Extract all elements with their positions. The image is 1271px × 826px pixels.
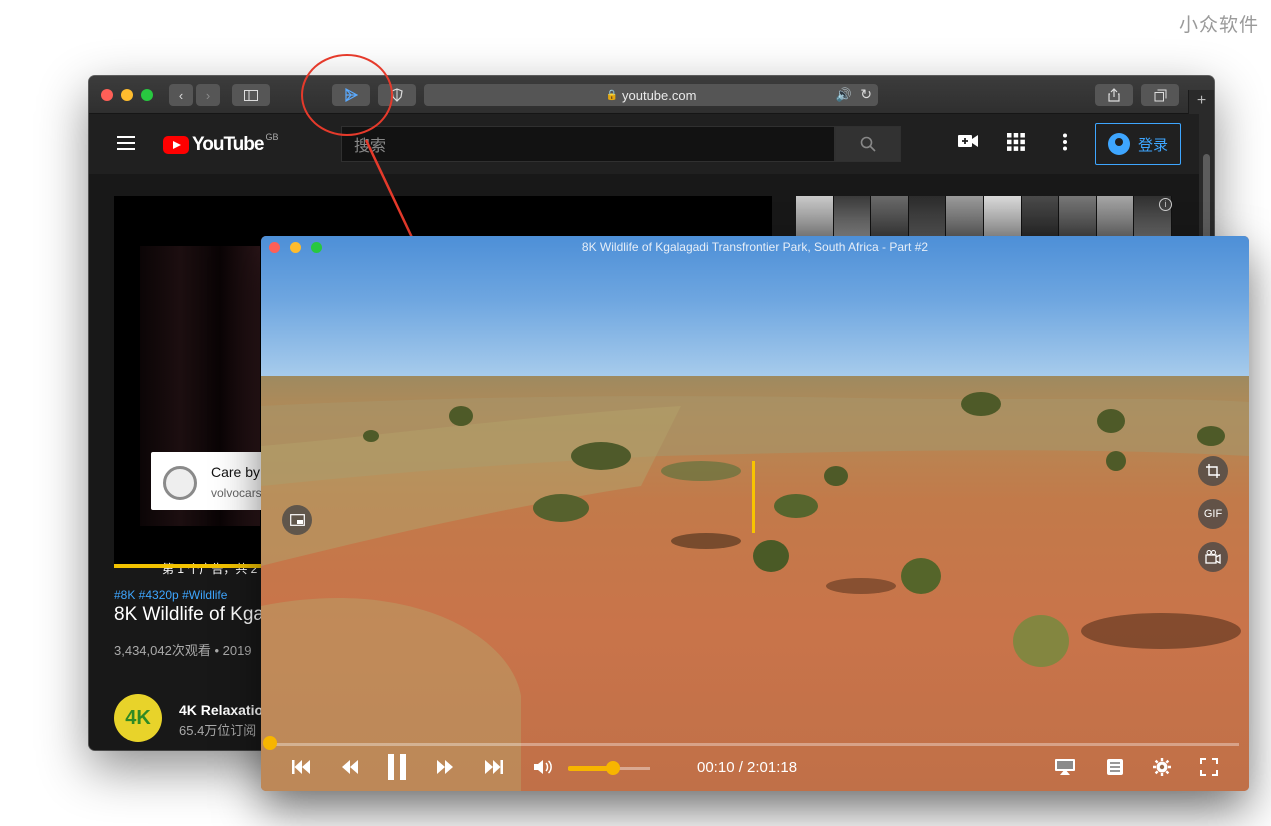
- annotation-circle: [301, 54, 393, 136]
- sidebar-toggle-button[interactable]: [232, 84, 270, 106]
- channel-avatar[interactable]: 4K: [114, 694, 162, 742]
- progress-track[interactable]: [271, 743, 1239, 746]
- progress-handle[interactable]: [263, 736, 277, 750]
- apps-grid-icon[interactable]: [1007, 133, 1025, 151]
- landscape-illustration: [261, 392, 1249, 791]
- rewind-icon[interactable]: [341, 758, 359, 776]
- video-sky: [261, 236, 1249, 378]
- gif-button[interactable]: GIF: [1198, 499, 1228, 529]
- youtube-logo[interactable]: YouTube GB: [163, 132, 279, 156]
- record-icon: [1205, 550, 1221, 564]
- back-icon: ‹: [178, 87, 184, 103]
- video-camera-icon[interactable]: [957, 133, 979, 149]
- volume-icon[interactable]: [533, 758, 553, 776]
- pause-icon[interactable]: [386, 753, 408, 781]
- youtube-header: YouTube GB 搜索 登录: [89, 114, 1199, 174]
- record-button[interactable]: [1198, 542, 1228, 572]
- share-icon: [1108, 88, 1120, 102]
- share-button[interactable]: [1095, 84, 1133, 106]
- address-bar[interactable]: 🔒 youtube.com 🔊 ↻: [424, 84, 878, 106]
- pip-button[interactable]: [282, 505, 312, 535]
- video-landscape: [261, 376, 1249, 791]
- channel-name[interactable]: 4K Relaxatio: [179, 702, 263, 718]
- sidebar-icon: [244, 89, 258, 101]
- fullscreen-icon[interactable]: [1200, 758, 1218, 776]
- annotation-marker: [752, 461, 755, 533]
- more-icon[interactable]: [1062, 133, 1068, 151]
- region-label: GB: [265, 132, 279, 142]
- tabs-icon: [1154, 89, 1166, 101]
- search-icon: [860, 136, 876, 152]
- crop-button[interactable]: [1198, 456, 1228, 486]
- menu-icon[interactable]: [117, 136, 135, 150]
- ad-progress-bar: [114, 564, 274, 568]
- youtube-play-logo-icon: [163, 136, 189, 154]
- login-label: 登录: [1137, 136, 1168, 154]
- pip-player-window[interactable]: 8K Wildlife of Kgalagadi Transfrontier P…: [261, 236, 1249, 791]
- address-text: youtube.com: [622, 87, 697, 103]
- fast-forward-icon[interactable]: [436, 758, 454, 776]
- airplay-icon[interactable]: [1054, 758, 1076, 776]
- watermark: 小众软件: [1178, 14, 1259, 36]
- video-title: 8K Wildlife of Kga: [114, 604, 264, 625]
- back-button[interactable]: ‹: [169, 84, 193, 106]
- playlist-icon[interactable]: [1106, 758, 1124, 776]
- video-tags[interactable]: #8K #4320p #Wildlife: [114, 588, 227, 602]
- channel-subscribers: 65.4万位订阅: [179, 723, 257, 738]
- tabs-overview-button[interactable]: [1141, 84, 1179, 106]
- video-views: 3,434,042次观看 • 2019: [114, 643, 252, 658]
- login-button[interactable]: 登录: [1095, 123, 1181, 165]
- lock-icon: 🔒: [605, 89, 618, 101]
- volvo-logo-icon: [163, 466, 197, 500]
- new-tab-button[interactable]: +: [1188, 90, 1214, 114]
- skip-back-icon[interactable]: [291, 758, 311, 776]
- volume-handle[interactable]: [606, 761, 620, 775]
- reload-icon[interactable]: ↻: [860, 86, 872, 103]
- info-icon[interactable]: i: [1159, 198, 1172, 211]
- pip-icon: [289, 514, 305, 526]
- player-title: 8K Wildlife of Kgalagadi Transfrontier P…: [581, 240, 929, 254]
- close-window-button[interactable]: [101, 89, 113, 101]
- minimize-window-button[interactable]: [121, 89, 133, 101]
- time-display: 00:10 / 2:01:18: [697, 759, 798, 776]
- skip-forward-icon[interactable]: [484, 758, 504, 776]
- safari-toolbar: ‹ › 🔒 youtube.com 🔊 ↻ +: [89, 76, 1214, 114]
- zoom-window-button[interactable]: [141, 89, 153, 101]
- forward-icon: ›: [205, 87, 211, 103]
- crop-icon: [1206, 464, 1220, 478]
- search-button[interactable]: [835, 126, 901, 162]
- user-icon: [1107, 133, 1130, 155]
- youtube-wordmark: YouTube: [192, 134, 264, 155]
- gear-icon[interactable]: [1153, 758, 1171, 776]
- forward-button[interactable]: ›: [196, 84, 220, 106]
- speaker-icon[interactable]: 🔊: [836, 87, 852, 103]
